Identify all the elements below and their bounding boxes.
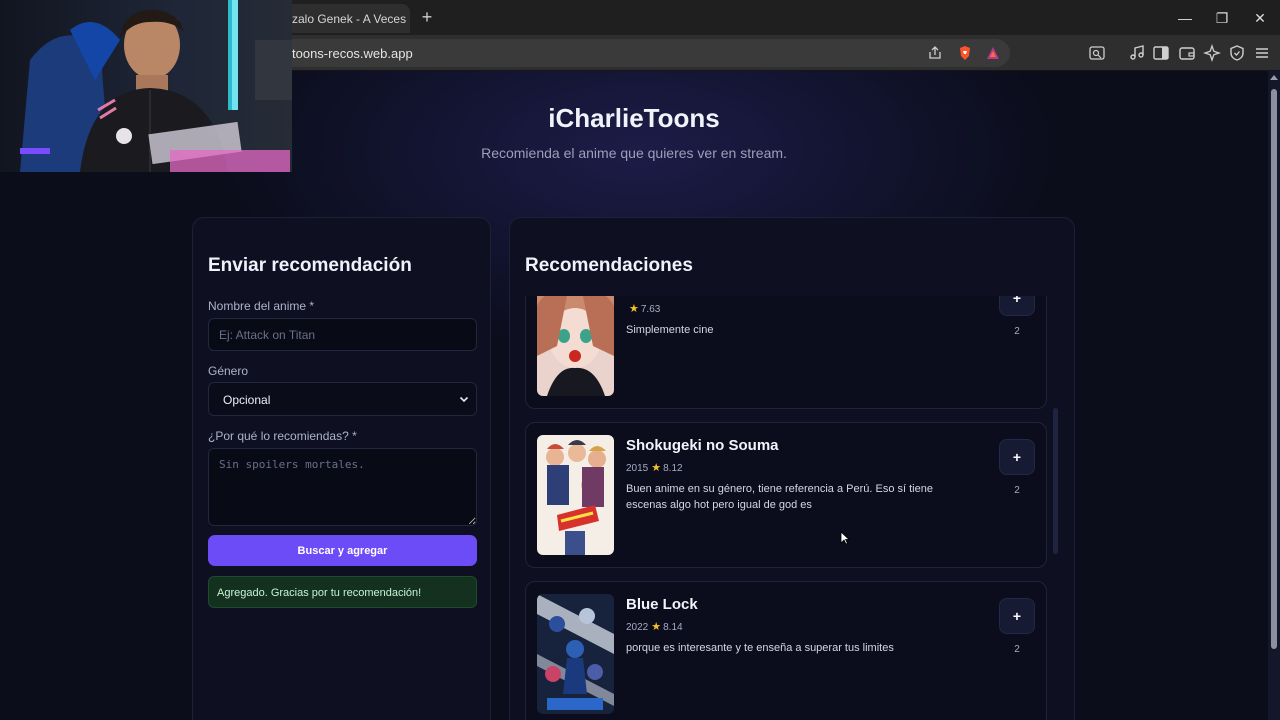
- close-window-button[interactable]: ✕: [1250, 8, 1270, 28]
- media-music-icon[interactable]: [1128, 44, 1146, 62]
- page-scrollbar-thumb[interactable]: [1271, 89, 1277, 649]
- genre-select-value: Opcional: [223, 393, 271, 407]
- wallet-icon[interactable]: [1178, 44, 1196, 62]
- anime-score: 8.14: [663, 622, 683, 633]
- reason-label: ¿Por qué lo recomiendas? *: [208, 429, 357, 443]
- recommendation-card: Blue Lock 2022 ★ 8.14 porque es interesant…: [525, 581, 1047, 720]
- vpn-shield-icon[interactable]: [1228, 44, 1246, 62]
- address-bar-url: toons-recos.web.app: [292, 46, 413, 61]
- leo-ai-icon[interactable]: [1203, 44, 1221, 62]
- mouse-cursor-icon: [840, 531, 850, 545]
- anime-cover-image: [537, 594, 614, 714]
- webcam-overlay: [0, 0, 292, 172]
- upvote-button[interactable]: +: [999, 296, 1035, 316]
- scroll-up-arrow-icon[interactable]: [1270, 75, 1278, 80]
- anime-comment: Buen anime en su género, tiene referenci…: [626, 483, 933, 511]
- star-icon: ★: [651, 621, 662, 633]
- anime-meta: ★ 7.63: [626, 302, 660, 315]
- chevron-down-icon: [459, 396, 469, 403]
- menu-hamburger-icon[interactable]: [1253, 44, 1271, 62]
- vote-count: 2: [1014, 644, 1020, 655]
- anime-score: 8.12: [663, 463, 683, 474]
- anime-title: Shokugeki no Souma: [626, 437, 779, 454]
- address-bar[interactable]: toons-recos.web.app: [270, 39, 1010, 67]
- anime-meta: 2022 ★ 8.14: [626, 620, 683, 633]
- search-and-add-button[interactable]: Buscar y agregar: [208, 535, 477, 566]
- browser-tab[interactable]: zalo Genek - A Veces (Au: [276, 4, 410, 33]
- star-icon: ★: [651, 462, 662, 474]
- anime-year: 2015: [626, 463, 649, 474]
- streamer-webcam-image: [0, 0, 292, 172]
- anime-meta: 2015 ★ 8.12: [626, 461, 683, 474]
- restore-button[interactable]: ❐: [1212, 8, 1232, 28]
- anime-score: 7.63: [640, 304, 661, 315]
- brave-shield-icon[interactable]: [957, 45, 973, 61]
- form-heading: Enviar recomendación: [208, 255, 412, 276]
- anime-cover-image: [537, 435, 614, 555]
- recommendations-heading: Recomendaciones: [525, 255, 693, 276]
- upvote-button[interactable]: +: [999, 439, 1035, 475]
- share-icon[interactable]: [927, 45, 943, 61]
- recommendation-card: Shokugeki no Souma 2015 ★ 8.12 Buen anime …: [525, 422, 1047, 568]
- new-tab-button[interactable]: +: [417, 7, 437, 27]
- sidebar-toggle-icon[interactable]: [1152, 44, 1170, 62]
- vote-count: 2: [1014, 326, 1020, 337]
- page-scrollbar[interactable]: [1268, 71, 1280, 720]
- anime-name-input[interactable]: [208, 318, 477, 351]
- genre-select[interactable]: Opcional: [208, 382, 477, 416]
- brave-rewards-icon[interactable]: [985, 45, 1001, 61]
- recommendations-list[interactable]: ★ 7.63 Simplemente cine + 2 Shokugeki no…: [525, 296, 1050, 720]
- recommendation-card: ★ 7.63 Simplemente cine + 2: [525, 296, 1047, 409]
- anime-name-label: Nombre del anime *: [208, 299, 315, 313]
- browser-tab-title: zalo Genek - A Veces (Au: [292, 12, 410, 26]
- vote-count: 2: [1014, 485, 1020, 496]
- recommendations-scrollbar[interactable]: [1053, 408, 1058, 554]
- recommendations-panel: Recomendaciones ★ 7.63 Simplemente cine …: [509, 217, 1075, 720]
- anime-cover-image: [537, 296, 614, 396]
- anime-title: Blue Lock: [626, 596, 698, 613]
- reason-textarea[interactable]: [208, 448, 477, 526]
- success-message: Agregado. Gracias por tu recomendación!: [208, 576, 477, 608]
- anime-year: 2022: [626, 622, 649, 633]
- reader-mode-icon[interactable]: [1088, 44, 1106, 62]
- anime-comment: Simplemente cine: [626, 324, 714, 336]
- minimize-button[interactable]: —: [1175, 8, 1195, 28]
- anime-comment: porque es interesante y te enseña a supe…: [626, 642, 894, 654]
- upvote-button[interactable]: +: [999, 598, 1035, 634]
- genre-label: Género: [208, 364, 249, 378]
- recommend-form-panel: Enviar recomendación Nombre del anime * …: [192, 217, 491, 720]
- star-icon: ★: [629, 303, 639, 315]
